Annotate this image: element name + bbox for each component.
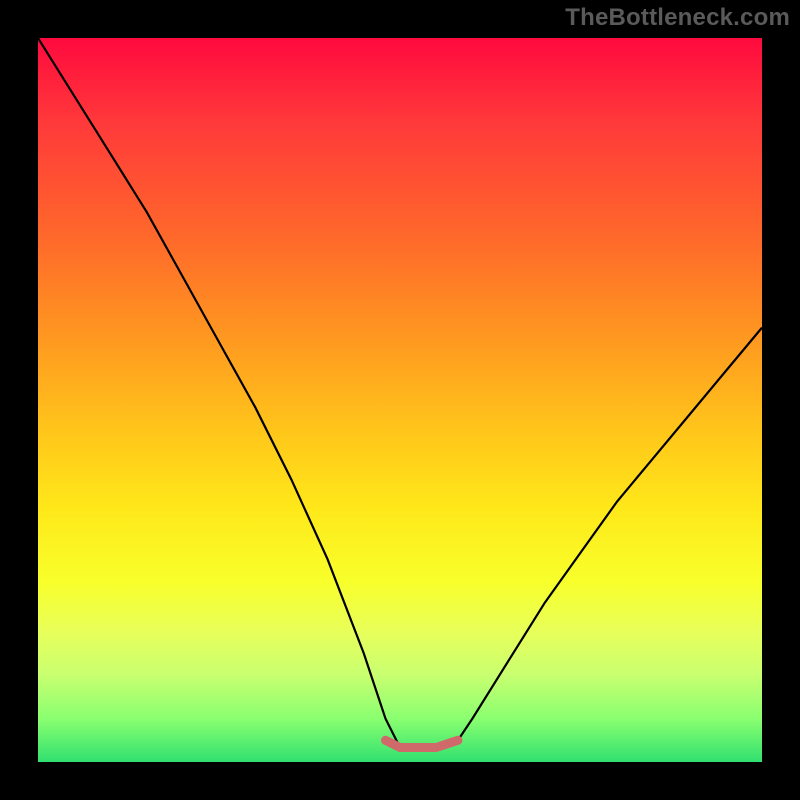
bottom-highlight-path (386, 740, 458, 747)
curve-layer (38, 38, 762, 762)
watermark-text: TheBottleneck.com (565, 4, 790, 32)
bottleneck-curve-path (38, 38, 762, 748)
chart-frame: TheBottleneck.com (0, 0, 800, 800)
